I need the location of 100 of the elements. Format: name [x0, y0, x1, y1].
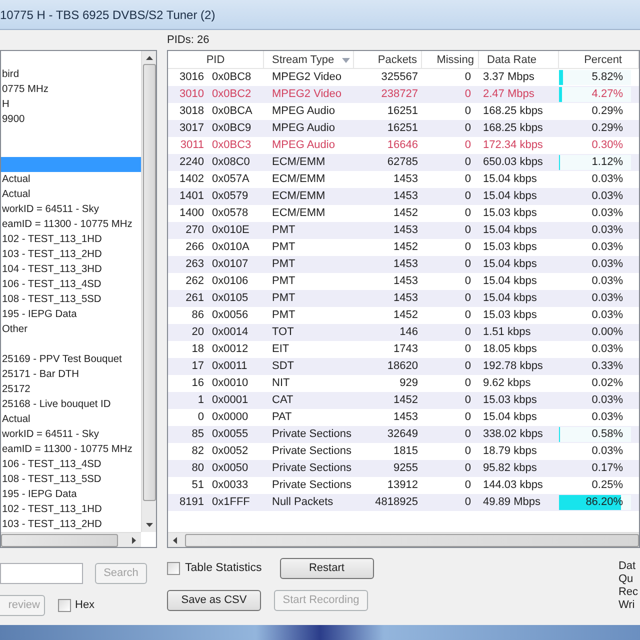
- table-cell-text: 1743: [392, 342, 419, 357]
- table-cell-text: 2240: [178, 155, 205, 170]
- table-cell-text: 1452: [392, 393, 419, 408]
- table-cell-text: 0x0BC8: [212, 70, 252, 85]
- table-cell-text: 192.78 kbps: [482, 359, 544, 374]
- table-cell-text: 0: [464, 104, 472, 119]
- table-cell-text: 0: [464, 308, 472, 323]
- table-cell-text: 3017: [178, 121, 205, 136]
- search-field[interactable]: [0, 563, 83, 584]
- tree-item[interactable]: H: [1, 97, 141, 112]
- table-cell-text: 0x0000: [212, 410, 250, 425]
- table-cell-text: 0: [464, 376, 472, 391]
- table-cell-text: 0: [464, 206, 472, 221]
- tree-item[interactable]: 108 - TEST_113_5SD: [1, 292, 141, 307]
- table-cell-text: 0: [196, 410, 205, 425]
- column-header[interactable]: Stream Type: [264, 51, 354, 69]
- table-cell-text: 0.17%: [590, 461, 624, 476]
- table-cell-text: 80: [190, 461, 205, 476]
- tree-item[interactable]: 25169 - PPV Test Bouquet: [1, 352, 141, 367]
- table-cell-text: NIT: [271, 376, 291, 391]
- scroll-down-icon[interactable]: [146, 523, 152, 527]
- table-cell-text: MPEG2 Video: [271, 70, 343, 85]
- tree-item[interactable]: 195 - IEPG Data: [1, 307, 141, 322]
- column-header[interactable]: Packets: [354, 51, 422, 69]
- table-cell-text: 0.03%: [590, 189, 624, 204]
- tree-item[interactable]: workID = 64511 - Sky: [1, 202, 141, 217]
- tree-item[interactable]: 102 - TEST_113_1HD: [1, 232, 141, 247]
- table-cell-text: 0: [464, 87, 472, 102]
- tree-item[interactable]: 0775 MHz: [1, 82, 141, 97]
- table-cell-text: 15.04 kbps: [482, 410, 538, 425]
- table-cell-text: 32649: [386, 427, 419, 442]
- table-cell-text: 0.03%: [590, 308, 624, 323]
- horizontal-scrollbar[interactable]: [168, 532, 639, 547]
- tree-item[interactable]: eamID = 11300 - 10775 MHz: [1, 442, 141, 457]
- save-csv-button[interactable]: Save as CSV: [167, 590, 261, 611]
- tree-item[interactable]: 103 - TEST_113_2HD: [1, 517, 141, 532]
- table-cell-text: 13912: [386, 478, 419, 493]
- table-cell-text: 1453: [392, 172, 419, 187]
- table-cell-text: 9.62 kbps: [482, 376, 532, 391]
- tree-item[interactable]: Actual: [1, 172, 141, 187]
- horizontal-scrollbar[interactable]: [1, 532, 141, 547]
- table-cell-text: 3.37 Mbps: [482, 70, 536, 85]
- column-header[interactable]: Percent: [559, 51, 639, 69]
- tree-item[interactable]: 9900: [1, 112, 141, 127]
- tree-item[interactable]: Other: [1, 322, 141, 337]
- table-cell-text: 1453: [392, 291, 419, 306]
- table-cell-text: PMT: [271, 291, 296, 306]
- table-cell-text: 15.04 kbps: [482, 172, 538, 187]
- table-cell-text: 18620: [386, 359, 419, 374]
- table-cell-text: 0x08C0: [212, 155, 251, 170]
- table-cell-text: Null Packets: [271, 495, 334, 510]
- table-cell-text: 1.51 kbps: [482, 325, 532, 340]
- table-cell-text: PMT: [271, 223, 296, 238]
- tree-item[interactable]: 25168 - Live bouquet ID: [1, 397, 141, 412]
- table-cell-text: 17: [190, 359, 205, 374]
- table-cell-text: 0.03%: [590, 206, 624, 221]
- tree-item[interactable]: 104 - TEST_113_3HD: [1, 262, 141, 277]
- scroll-left-icon[interactable]: [173, 536, 177, 544]
- column-header[interactable]: Data Rate: [479, 51, 559, 69]
- table-cell-text: 0.03%: [590, 223, 624, 238]
- scroll-right-icon[interactable]: [132, 536, 136, 544]
- tree-item[interactable]: 108 - TEST_113_5SD: [1, 472, 141, 487]
- table-cell-text: 0.03%: [590, 410, 624, 425]
- table-cell-text: 0x0105: [212, 291, 250, 306]
- checkbox[interactable]: [167, 562, 180, 575]
- tree-item[interactable]: 25171 - Bar DTH: [1, 367, 141, 382]
- table-cell-text: 0: [464, 427, 472, 442]
- table-cell-text: 0.03%: [590, 172, 624, 187]
- tree-item[interactable]: 106 - TEST_113_4SD: [1, 457, 141, 472]
- table-cell-text: 15.04 kbps: [482, 223, 538, 238]
- table-cell-text: PMT: [271, 257, 296, 272]
- restart-button[interactable]: Restart: [280, 558, 374, 579]
- tree-item[interactable]: 25172: [1, 382, 141, 397]
- column-header[interactable]: PID: [168, 51, 264, 69]
- tree-item[interactable]: bird: [1, 67, 141, 82]
- checkbox[interactable]: [58, 599, 71, 612]
- table-cell-text: 2.47 Mbps: [482, 87, 536, 102]
- table-cell-text: ECM/EMM: [271, 172, 326, 187]
- table-cell-text: 82: [190, 444, 205, 459]
- vertical-scrollbar[interactable]: [141, 51, 156, 532]
- tree-item[interactable]: workID = 64511 - Sky: [1, 427, 141, 442]
- tree-item[interactable]: 195 - IEPG Data: [1, 487, 141, 502]
- tree-item[interactable]: 102 - TEST_113_1HD: [1, 502, 141, 517]
- scroll-up-icon[interactable]: [146, 56, 152, 60]
- table-cell-text: 16: [190, 376, 205, 391]
- table-cell-text: Private Sections: [271, 427, 352, 442]
- table-cell-text: 0: [464, 172, 472, 187]
- tree-item[interactable]: Actual: [1, 412, 141, 427]
- column-header[interactable]: Missing: [422, 51, 479, 69]
- table-cell-text: 0: [464, 461, 472, 476]
- table-cell-text: 1453: [392, 274, 419, 289]
- tree-item[interactable]: Actual: [1, 187, 141, 202]
- table-cell-text: 0.33%: [590, 359, 624, 374]
- table-cell-text: 0x0012: [212, 342, 250, 357]
- table-cell-text: 0: [464, 121, 472, 136]
- tree-item[interactable]: eamID = 11300 - 10775 MHz: [1, 217, 141, 232]
- table-cell-text: 9255: [392, 461, 419, 476]
- tree-item[interactable]: 103 - TEST_113_2HD: [1, 247, 141, 262]
- table-cell-text: 172.34 kbps: [482, 138, 544, 153]
- tree-item[interactable]: 106 - TEST_113_4SD: [1, 277, 141, 292]
